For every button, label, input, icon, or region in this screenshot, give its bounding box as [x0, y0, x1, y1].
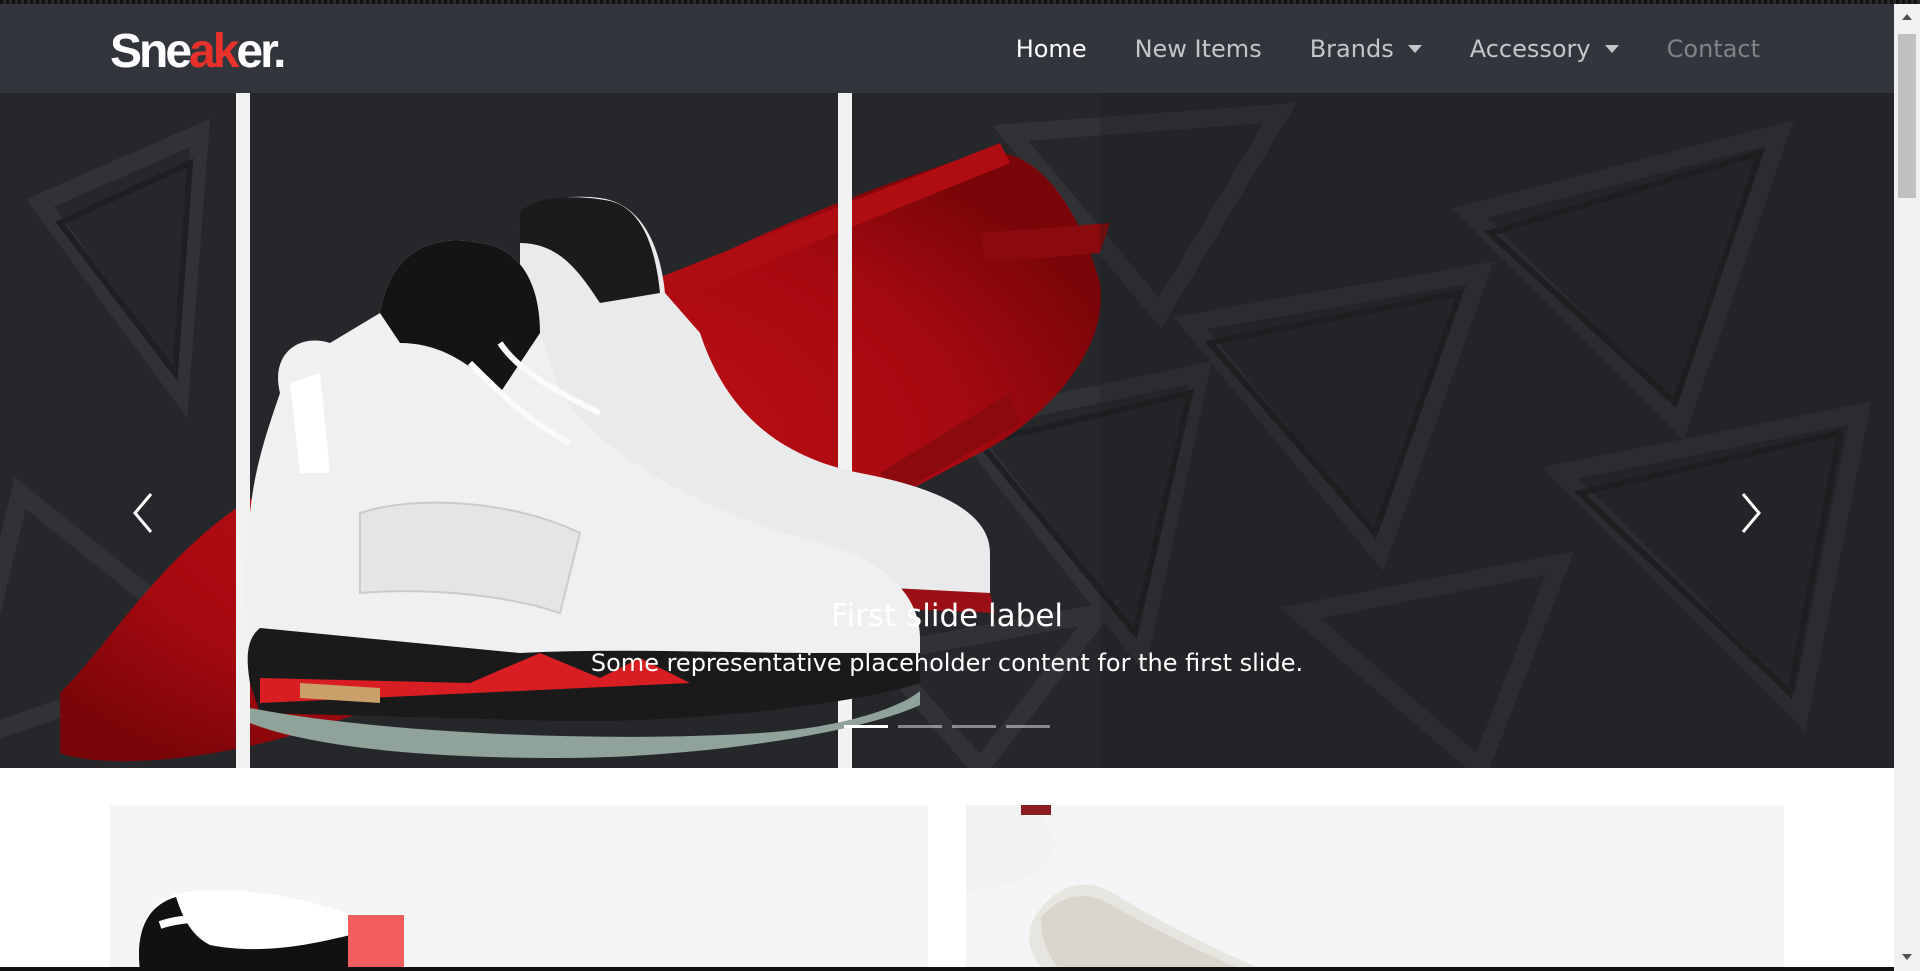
- nav-accessory-dropdown[interactable]: Accessory: [1470, 35, 1619, 63]
- carousel-indicator-3[interactable]: [952, 725, 996, 728]
- page-scrollbar[interactable]: [1894, 4, 1920, 971]
- nav-contact-label: Contact: [1666, 34, 1760, 63]
- carousel-indicator-1[interactable]: [844, 725, 888, 728]
- nav-new-items-label: New Items: [1134, 34, 1262, 63]
- product-card-image: [966, 805, 1266, 971]
- scroll-up-icon[interactable]: [1902, 14, 1912, 20]
- caret-down-icon: [1604, 44, 1619, 53]
- slide-caption-title: First slide label: [830, 598, 1064, 634]
- nav-brands-dropdown[interactable]: Brands: [1310, 35, 1422, 63]
- carousel-indicator-4[interactable]: [1006, 725, 1050, 728]
- window-bottom-edge: [0, 967, 1894, 971]
- product-card-image: [138, 890, 404, 971]
- nav-brands-label: Brands: [1309, 34, 1394, 63]
- carousel-indicator-2[interactable]: [898, 725, 942, 728]
- nav-home-label: Home: [1015, 34, 1087, 63]
- brand-logo[interactable]: Sneaker.: [110, 24, 286, 80]
- scrollbar-thumb[interactable]: [1898, 34, 1916, 198]
- scroll-down-icon[interactable]: [1902, 954, 1912, 960]
- chevron-right-icon: [1741, 493, 1761, 533]
- hero-carousel: First slide label Some representative pl…: [0, 93, 1894, 768]
- product-card[interactable]: [966, 805, 1784, 971]
- carousel-next-button[interactable]: [1722, 473, 1782, 553]
- nav-new-items[interactable]: New Items: [1135, 35, 1262, 63]
- chevron-left-icon: [133, 493, 153, 533]
- nav-home[interactable]: Home: [1016, 35, 1087, 63]
- nav-accessory-label: Accessory: [1469, 34, 1591, 63]
- main-nav: Home New Items Brands Accessory Contact: [1016, 4, 1760, 93]
- navbar: Sneaker. Home New Items Brands Accessory…: [0, 4, 1894, 93]
- carousel-indicators: [0, 725, 1894, 728]
- product-card[interactable]: [110, 805, 928, 971]
- carousel-prev-button[interactable]: [112, 473, 172, 553]
- slide-caption-text: Some representative placeholder content …: [590, 649, 1304, 677]
- nav-contact[interactable]: Contact: [1667, 35, 1760, 63]
- caret-down-icon: [1407, 44, 1422, 53]
